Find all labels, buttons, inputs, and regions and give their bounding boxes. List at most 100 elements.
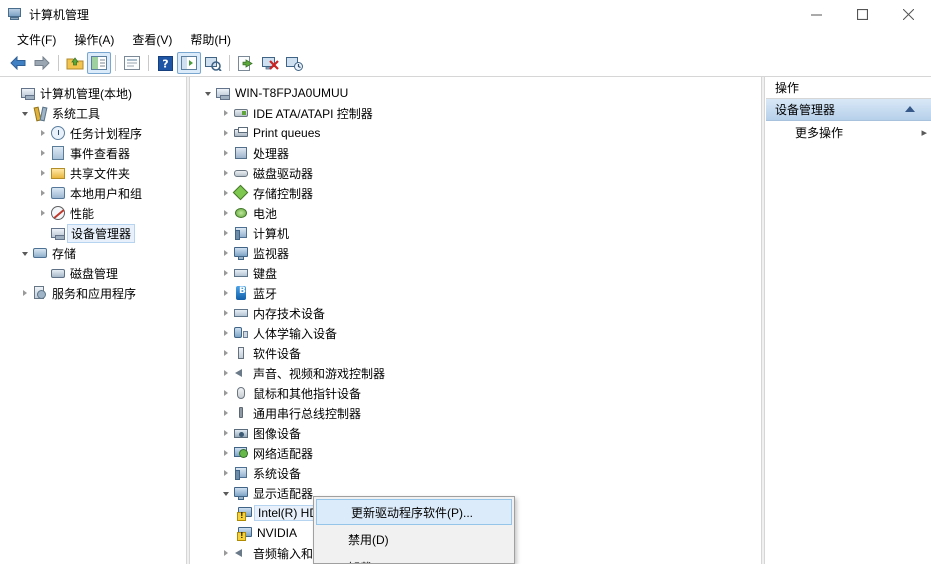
toolbar-properties[interactable] (120, 52, 144, 74)
twisty-closed-icon[interactable] (219, 343, 233, 363)
twisty-closed-icon[interactable] (219, 223, 233, 243)
computer-management-icon (7, 6, 23, 22)
toolbar-help[interactable]: ? (153, 52, 177, 74)
console-item-task-scheduler[interactable]: 任务计划程序 (0, 123, 186, 143)
twisty-open-icon[interactable] (18, 243, 32, 263)
twisty-closed-icon[interactable] (219, 303, 233, 323)
console-tree-root[interactable]: 计算机管理(本地) (0, 83, 186, 103)
console-item-label: 本地用户和组 (70, 186, 143, 201)
toolbar-back[interactable] (6, 52, 30, 74)
toolbar-scan-hardware[interactable] (201, 52, 225, 74)
toolbar-update-driver[interactable] (234, 52, 258, 74)
collapse-caret-icon[interactable] (905, 106, 915, 112)
toolbar-console-view[interactable] (177, 52, 201, 74)
more-actions-label: 更多操作 (795, 125, 844, 140)
device-node-memory-technology[interactable]: 内存技术设备 (191, 303, 761, 323)
menu-view[interactable]: 查看(V) (123, 29, 181, 50)
console-item-event-viewer[interactable]: 事件查看器 (0, 143, 186, 163)
device-node-system-devices[interactable]: 系统设备 (191, 463, 761, 483)
device-node-sound-video-game[interactable]: 声音、视频和游戏控制器 (191, 363, 761, 383)
console-item-label: 性能 (70, 206, 95, 221)
console-item-disk-management[interactable]: 磁盘管理 (0, 263, 186, 283)
console-item-device-manager[interactable]: 设备管理器 (0, 223, 186, 243)
twisty-closed-icon[interactable] (219, 183, 233, 203)
twisty-closed-icon[interactable] (36, 143, 50, 163)
console-item-shared-folders[interactable]: 共享文件夹 (0, 163, 186, 183)
twisty-closed-icon[interactable] (36, 203, 50, 223)
menu-help[interactable]: 帮助(H) (181, 29, 240, 50)
ctx-update-driver[interactable]: 更新驱动程序软件(P)... (316, 499, 512, 525)
splitter-left[interactable] (186, 77, 190, 564)
toolbar-uninstall-device[interactable] (282, 52, 306, 74)
content-area: 计算机管理(本地) 系统工具 任务计划程序 事件查看器 共享文件夹 本地用户和组… (0, 76, 931, 564)
twisty-closed-icon[interactable] (18, 283, 32, 303)
device-node-network-adapters[interactable]: 网络适配器 (191, 443, 761, 463)
twisty-closed-icon[interactable] (219, 543, 233, 563)
device-node-label: 声音、视频和游戏控制器 (253, 366, 386, 381)
twisty-closed-icon[interactable] (36, 123, 50, 143)
twisty-closed-icon[interactable] (219, 143, 233, 163)
maximize-button[interactable] (839, 0, 885, 28)
system-tools-icon (32, 105, 48, 121)
more-actions[interactable]: 更多操作 ▸ (766, 121, 931, 143)
twisty-closed-icon[interactable] (219, 443, 233, 463)
device-node-battery[interactable]: 电池 (191, 203, 761, 223)
actions-group-device-manager[interactable]: 设备管理器 (766, 99, 931, 121)
twisty-closed-icon[interactable] (219, 123, 233, 143)
software-device-icon (233, 345, 249, 361)
twisty-closed-icon[interactable] (219, 283, 233, 303)
twisty-closed-icon[interactable] (219, 463, 233, 483)
device-node-usb-controller[interactable]: 通用串行总线控制器 (191, 403, 761, 423)
console-item-system-tools[interactable]: 系统工具 (0, 103, 186, 123)
twisty-closed-icon[interactable] (219, 363, 233, 383)
twisty-closed-icon[interactable] (219, 383, 233, 403)
twisty-closed-icon[interactable] (219, 403, 233, 423)
console-item-services-applications[interactable]: 服务和应用程序 (0, 283, 186, 303)
twisty-open-icon[interactable] (18, 103, 32, 123)
device-node-monitor[interactable]: 监视器 (191, 243, 761, 263)
device-node-ide-controller[interactable]: IDE ATA/ATAPI 控制器 (191, 103, 761, 123)
toolbar-up-level[interactable] (63, 52, 87, 74)
device-node-label: 处理器 (253, 146, 290, 161)
toolbar-separator (229, 55, 230, 71)
twisty-closed-icon[interactable] (36, 183, 50, 203)
close-button[interactable] (885, 0, 931, 28)
twisty-open-icon[interactable] (201, 83, 215, 103)
console-item-local-users-groups[interactable]: 本地用户和组 (0, 183, 186, 203)
ctx-disable[interactable]: 禁用(D) (314, 525, 514, 553)
device-tree-root[interactable]: WIN-T8FPJA0UMUU (191, 83, 761, 103)
minimize-button[interactable] (793, 0, 839, 28)
twisty-closed-icon[interactable] (219, 263, 233, 283)
twisty-closed-icon[interactable] (219, 203, 233, 223)
twisty-closed-icon[interactable] (36, 163, 50, 183)
ctx-uninstall[interactable]: 卸载(U) (314, 553, 514, 564)
device-node-bluetooth[interactable]: 蓝牙 (191, 283, 761, 303)
twisty-closed-icon[interactable] (219, 423, 233, 443)
twisty-closed-icon[interactable] (219, 323, 233, 343)
twisty-open-icon[interactable] (219, 483, 233, 503)
device-node-computer[interactable]: 计算机 (191, 223, 761, 243)
console-item-storage[interactable]: 存储 (0, 243, 186, 263)
menu-action[interactable]: 操作(A) (65, 29, 123, 50)
twisty-closed-icon[interactable] (219, 243, 233, 263)
device-node-imaging-devices[interactable]: 图像设备 (191, 423, 761, 443)
device-node-processor[interactable]: 处理器 (191, 143, 761, 163)
device-node-disk-drives[interactable]: 磁盘驱动器 (191, 163, 761, 183)
device-tree-pane[interactable]: WIN-T8FPJA0UMUU IDE ATA/ATAPI 控制器 Print … (191, 77, 761, 564)
device-node-keyboard[interactable]: 键盘 (191, 263, 761, 283)
device-node-software-devices[interactable]: 软件设备 (191, 343, 761, 363)
menu-file[interactable]: 文件(F) (8, 29, 65, 50)
splitter-right[interactable] (761, 77, 765, 564)
device-node-human-interface[interactable]: 人体学输入设备 (191, 323, 761, 343)
device-node-print-queues[interactable]: Print queues (191, 123, 761, 143)
device-node-storage-controllers[interactable]: 存储控制器 (191, 183, 761, 203)
console-item-performance[interactable]: 性能 (0, 203, 186, 223)
toolbar-forward[interactable] (30, 52, 54, 74)
twisty-closed-icon[interactable] (219, 103, 233, 123)
toolbar-disable-device[interactable] (258, 52, 282, 74)
device-manager-icon (50, 225, 66, 241)
console-tree-pane[interactable]: 计算机管理(本地) 系统工具 任务计划程序 事件查看器 共享文件夹 本地用户和组… (0, 77, 186, 564)
twisty-closed-icon[interactable] (219, 163, 233, 183)
toolbar-show-tree[interactable] (87, 52, 111, 74)
device-node-mouse-pointer[interactable]: 鼠标和其他指针设备 (191, 383, 761, 403)
